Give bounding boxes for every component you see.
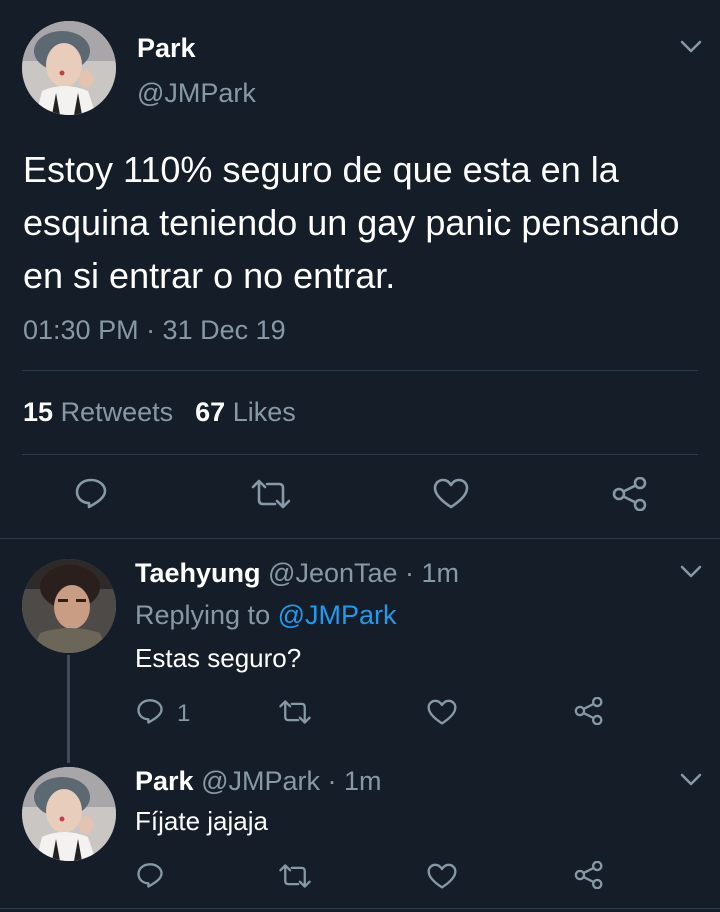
- author-handle[interactable]: @JMPark: [201, 766, 320, 796]
- like-icon[interactable]: [433, 478, 469, 510]
- avatar[interactable]: [22, 559, 116, 653]
- reply-icon[interactable]: [74, 476, 108, 510]
- reply-time: · 1m: [405, 558, 460, 588]
- retweet-label: Retweets: [60, 397, 174, 427]
- likes-stat[interactable]: 67 Likes: [195, 397, 296, 427]
- replying-to-handle[interactable]: @JMPark: [278, 600, 397, 630]
- tweet-text: Estas seguro?: [135, 643, 302, 673]
- like-label: Likes: [232, 397, 296, 427]
- author-handle[interactable]: @JeonTae: [268, 558, 398, 588]
- retweet-count: 15: [23, 397, 54, 427]
- replying-to-label: Replying to: [135, 600, 271, 630]
- divider: [22, 370, 698, 371]
- reply-header: Taehyung @JeonTae · 1m: [135, 558, 459, 589]
- chevron-down-icon[interactable]: [680, 773, 702, 787]
- reply-time: · 1m: [327, 766, 382, 796]
- replying-to: Replying to @JMPark: [135, 600, 397, 631]
- tweet-timestamp[interactable]: 01:30 PM · 31 Dec 19: [23, 315, 286, 346]
- retweet-icon[interactable]: [277, 863, 313, 889]
- chevron-down-icon[interactable]: [680, 565, 702, 579]
- share-icon[interactable]: [612, 477, 648, 511]
- author-name[interactable]: Park: [135, 766, 194, 796]
- author-handle[interactable]: @JMPark: [137, 78, 256, 109]
- avatar[interactable]: [22, 21, 116, 115]
- divider: [0, 908, 720, 909]
- like-icon[interactable]: [427, 699, 457, 726]
- tweet-text: Fíjate jajaja: [135, 806, 268, 836]
- reply-count: 1: [177, 700, 191, 727]
- share-icon[interactable]: [574, 697, 604, 725]
- thread-line: [67, 655, 70, 763]
- retweets-stat[interactable]: 15 Retweets: [23, 397, 173, 427]
- like-count: 67: [195, 397, 226, 427]
- reply-icon[interactable]: [136, 697, 164, 725]
- author-name[interactable]: Park: [137, 33, 196, 64]
- chevron-down-icon[interactable]: [680, 40, 702, 54]
- retweet-icon[interactable]: [277, 699, 313, 725]
- share-icon[interactable]: [574, 861, 604, 889]
- reply-icon[interactable]: [136, 861, 164, 889]
- author-name[interactable]: Taehyung: [135, 558, 261, 588]
- retweet-icon[interactable]: [249, 478, 293, 510]
- avatar[interactable]: [22, 767, 116, 861]
- tweet-text: Estoy 110% seguro de que esta en la esqu…: [23, 149, 680, 296]
- main-tweet: Park @JMPark Estoy 110% seguro de que es…: [0, 0, 720, 539]
- reply-header: Park @JMPark · 1m: [135, 766, 382, 797]
- divider: [22, 454, 698, 455]
- tweet-stats: 15 Retweets 67 Likes: [23, 397, 296, 428]
- like-icon[interactable]: [427, 863, 457, 890]
